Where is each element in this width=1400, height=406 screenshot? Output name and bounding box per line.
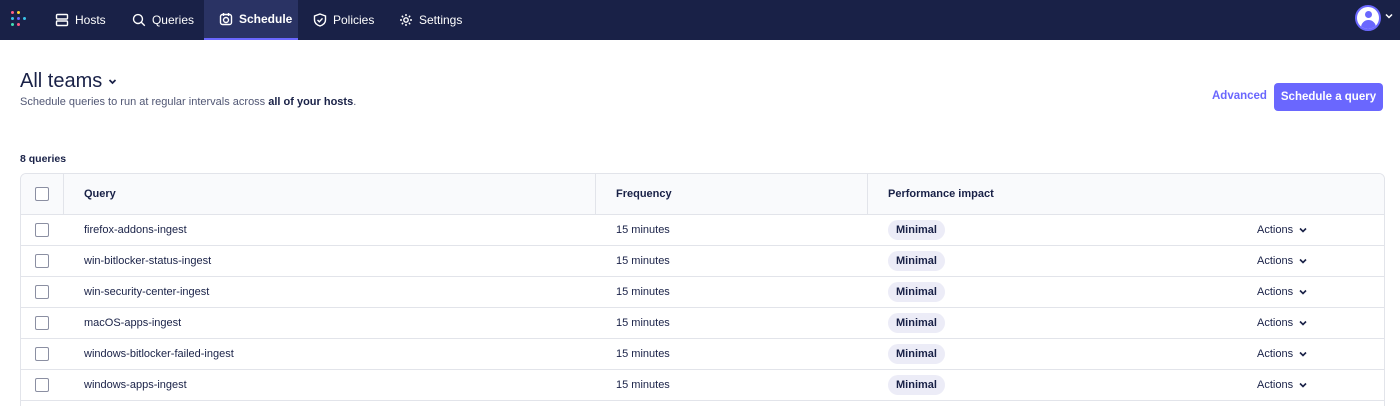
user-avatar[interactable] (1355, 5, 1381, 31)
nav-item-label: Hosts (75, 13, 106, 27)
queries-icon (132, 13, 146, 27)
page-title: All teams (20, 70, 103, 92)
query-name[interactable]: win-bitlocker-status-ingest (84, 246, 211, 276)
actions-dropdown[interactable]: Actions (1257, 308, 1307, 338)
select-all-checkbox[interactable] (35, 187, 49, 201)
chevron-down-icon (1299, 320, 1307, 326)
nav-item-schedule[interactable]: Schedule (204, 0, 298, 40)
page-subtitle: Schedule queries to run at regular inter… (20, 96, 357, 108)
row-checkbox[interactable] (35, 223, 49, 237)
schedule-query-button[interactable]: Schedule a query (1274, 83, 1383, 111)
actions-label: Actions (1257, 317, 1294, 329)
performance-badge: Minimal (888, 375, 945, 395)
nav-item-policies[interactable]: Policies (313, 0, 375, 40)
row-checkbox[interactable] (35, 285, 49, 299)
table-row: win-bitlocker-status-ingest 15 minutes M… (21, 246, 1384, 277)
fleet-logo-icon[interactable] (11, 11, 27, 27)
query-name[interactable]: windows-bitlocker-failed-ingest (84, 339, 234, 369)
actions-label: Actions (1257, 224, 1294, 236)
table-row: win-security-center-ingest 15 minutes Mi… (21, 277, 1384, 308)
query-frequency: 15 minutes (616, 379, 670, 391)
actions-label: Actions (1257, 286, 1294, 298)
nav-item-label: Policies (333, 13, 375, 27)
query-frequency: 15 minutes (616, 317, 670, 329)
row-checkbox[interactable] (35, 316, 49, 330)
chevron-down-icon (1299, 227, 1307, 233)
chevron-down-icon (1299, 258, 1307, 264)
actions-label: Actions (1257, 348, 1294, 360)
column-header-performance[interactable]: Performance impact (888, 174, 994, 214)
chevron-down-icon[interactable] (1385, 12, 1393, 20)
row-checkbox[interactable] (35, 378, 49, 392)
table-row: windows-bitlocker-failed-ingest 15 minut… (21, 339, 1384, 370)
nav-item-hosts[interactable]: Hosts (55, 0, 110, 40)
table-header: Query Frequency Performance impact (21, 174, 1384, 215)
performance-badge: Minimal (888, 220, 945, 240)
query-frequency: 15 minutes (616, 224, 670, 236)
query-frequency: 15 minutes (616, 286, 670, 298)
performance-badge: Minimal (888, 251, 945, 271)
actions-dropdown[interactable]: Actions (1257, 277, 1307, 307)
top-navigation: Hosts Queries Schedule Policies Settings (0, 0, 1400, 40)
chevron-down-icon (1299, 382, 1307, 388)
column-header-frequency[interactable]: Frequency (616, 174, 672, 214)
hosts-icon (55, 13, 69, 27)
actions-label: Actions (1257, 379, 1294, 391)
performance-badge: Minimal (888, 344, 945, 364)
chevron-down-icon (1299, 351, 1307, 357)
query-frequency: 15 minutes (616, 348, 670, 360)
nav-item-label: Settings (419, 13, 463, 27)
gear-icon (400, 14, 412, 26)
policies-icon (313, 13, 327, 27)
column-header-query[interactable]: Query (84, 174, 116, 214)
row-checkbox[interactable] (35, 347, 49, 361)
chevron-down-icon (109, 79, 117, 85)
table-row: macOS-apps-ingest 15 minutes Minimal Act… (21, 308, 1384, 339)
nav-item-queries[interactable]: Queries (132, 0, 194, 40)
chevron-down-icon (1299, 289, 1307, 295)
query-frequency: 15 minutes (616, 255, 670, 267)
actions-dropdown[interactable]: Actions (1257, 246, 1307, 276)
table-row: firefox-addons-ingest 15 minutes Minimal… (21, 215, 1384, 246)
query-count: 8 queries (20, 153, 67, 165)
schedule-icon (219, 13, 233, 26)
actions-dropdown[interactable]: Actions (1257, 215, 1307, 245)
advanced-button[interactable]: Advanced (1212, 90, 1267, 102)
table-row: windows-apps-ingest 15 minutes Minimal A… (21, 370, 1384, 401)
actions-dropdown[interactable]: Actions (1257, 370, 1307, 400)
team-selector[interactable]: All teams (20, 70, 117, 93)
query-name[interactable]: win-security-center-ingest (84, 277, 209, 307)
actions-dropdown[interactable]: Actions (1257, 339, 1307, 369)
nav-item-label: Queries (151, 13, 194, 27)
performance-badge: Minimal (888, 282, 945, 302)
query-name[interactable]: firefox-addons-ingest (84, 215, 187, 245)
row-checkbox[interactable] (35, 254, 49, 268)
query-name[interactable]: windows-apps-ingest (84, 370, 187, 400)
actions-label: Actions (1257, 255, 1294, 267)
subtitle-emphasis: all of your hosts (268, 96, 354, 108)
schedule-table: Query Frequency Performance impact firef… (20, 173, 1385, 406)
performance-badge: Minimal (888, 313, 945, 333)
nav-item-settings[interactable]: Settings (399, 0, 463, 40)
nav-item-label: Schedule (239, 12, 293, 26)
query-name[interactable]: macOS-apps-ingest (84, 308, 181, 338)
